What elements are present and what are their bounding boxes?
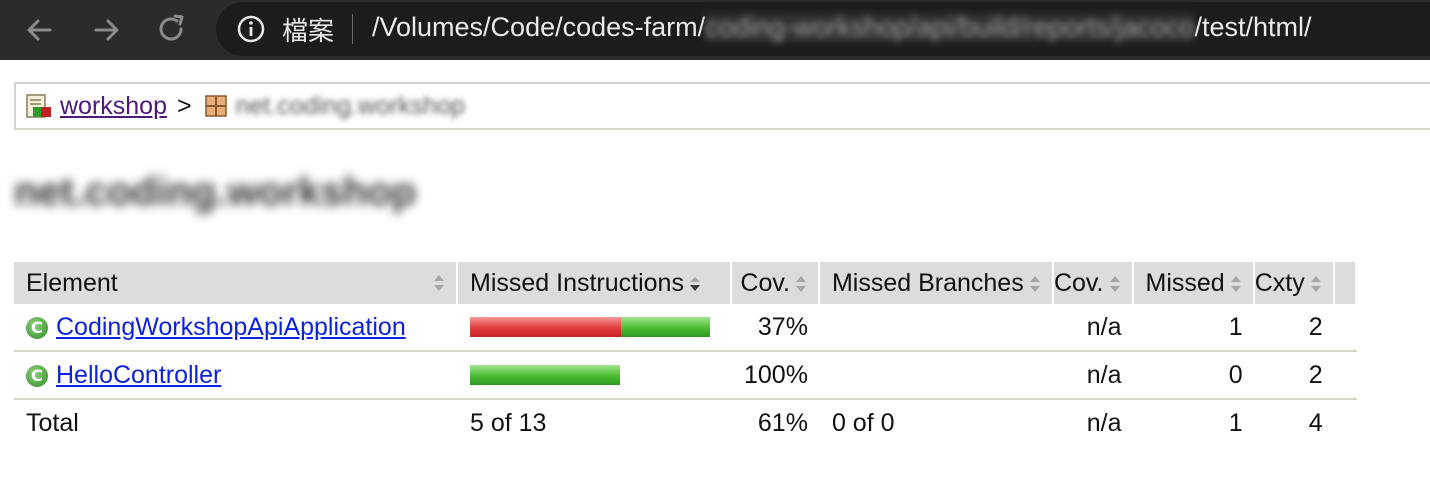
row-element-cell: HelloController: [14, 351, 458, 400]
header-missed-cxty-label: Missed: [1145, 268, 1225, 297]
package-icon: [204, 95, 227, 117]
url-prefix: /Volumes/Code/codes-farm/: [372, 12, 706, 42]
info-circle-icon[interactable]: [236, 14, 266, 44]
url-text[interactable]: /Volumes/Code/codes-farm/ coding-worksho…: [372, 12, 1311, 43]
report-icon: [26, 94, 51, 118]
row-branch-cov-cell: n/a: [1052, 351, 1134, 400]
row-cov-cell: 100%: [731, 351, 820, 400]
coverage-table: Element Missed Instructions Cov. Missed …: [14, 262, 1357, 446]
row-instructions-bar-cell: [457, 351, 732, 400]
url-redacted: coding-workshop/api/build/reports/jacoco: [705, 12, 1195, 43]
header-cxty[interactable]: Cxty: [1253, 262, 1335, 304]
sort-icon: [1109, 275, 1120, 292]
class-icon: [26, 316, 48, 339]
row-cxty-cell: 2: [1253, 304, 1335, 352]
total-truncated-cell: [1332, 399, 1357, 446]
row-element-cell: CodingWorkshopApiApplication: [14, 304, 458, 352]
header-truncated: [1333, 262, 1357, 304]
coverage-bar-covered: [470, 365, 620, 385]
row-branch-cov-cell: n/a: [1052, 304, 1134, 352]
header-missed-instructions-label: Missed Instructions: [470, 268, 684, 297]
page-title: net.coding.workshop: [14, 170, 417, 214]
browser-toolbar: 檔案 /Volumes/Code/codes-farm/ coding-work…: [0, 0, 1430, 60]
header-cov-instructions-label: Cov.: [740, 268, 790, 297]
table-row: CodingWorkshopApiApplication 37% n/a 1 2: [14, 304, 1357, 352]
total-missed-cell: 1: [1131, 399, 1255, 446]
reload-button[interactable]: [150, 8, 194, 52]
total-missed-instructions-cell: 5 of 13: [457, 399, 732, 446]
class-icon: [26, 364, 48, 387]
breadcrumb-package-label: net.coding.workshop: [235, 91, 465, 120]
header-cxty-label: Cxty: [1254, 268, 1305, 297]
table-total-row: Total 5 of 13 61% 0 of 0 n/a 1 4: [14, 399, 1357, 446]
total-label-cell: Total: [14, 399, 458, 446]
breadcrumb-separator: >: [177, 91, 192, 120]
row-truncated-cell: [1332, 304, 1357, 352]
address-separator: [352, 14, 353, 44]
header-missed-branches[interactable]: Missed Branches: [818, 262, 1054, 304]
arrow-left-icon: [27, 19, 52, 41]
forward-button[interactable]: [84, 8, 128, 52]
header-cov-branches-label: Cov.: [1053, 268, 1104, 297]
scheme-label: 檔案: [282, 17, 335, 47]
row-element-link[interactable]: HelloController: [56, 361, 221, 389]
header-missed-branches-label: Missed Branches: [831, 268, 1024, 297]
row-missed-cell: 0: [1131, 351, 1255, 400]
row-element-link[interactable]: CodingWorkshopApiApplication: [56, 313, 406, 341]
row-truncated-cell: [1332, 351, 1357, 400]
row-branches-cell: [817, 304, 1054, 352]
total-branch-cov-cell: n/a: [1052, 399, 1134, 446]
sort-icon: [1310, 275, 1321, 292]
header-element[interactable]: Element: [14, 262, 458, 304]
header-element-label: Element: [26, 268, 118, 297]
sort-icon: [795, 275, 806, 292]
sort-icon: [1230, 275, 1241, 292]
table-header-row: Element Missed Instructions Cov. Missed …: [14, 262, 1357, 304]
total-cov-cell: 61%: [731, 399, 820, 446]
table-row: HelloController 100% n/a 0 2: [14, 351, 1357, 400]
sort-icon: [1029, 275, 1040, 292]
header-missed-cxty[interactable]: Missed: [1132, 262, 1255, 304]
arrow-right-icon: [94, 19, 119, 41]
total-cxty-cell: 4: [1253, 399, 1335, 446]
coverage-bar-covered: [621, 317, 710, 337]
header-cov-instructions[interactable]: Cov.: [731, 262, 820, 304]
url-suffix: /test/html/: [1194, 12, 1312, 42]
total-missed-branches-cell: 0 of 0: [817, 399, 1054, 446]
back-button[interactable]: [18, 8, 62, 52]
header-cov-branches[interactable]: Cov.: [1052, 262, 1134, 304]
breadcrumb-root-link[interactable]: workshop: [60, 92, 167, 121]
row-branches-cell: [817, 351, 1054, 400]
row-cov-cell: 37%: [731, 304, 820, 352]
row-missed-cell: 1: [1131, 304, 1255, 352]
coverage-bar: [470, 317, 720, 337]
coverage-bar-missed: [470, 317, 621, 337]
reload-icon: [159, 14, 184, 41]
sort-descending-icon: [689, 276, 700, 291]
sort-icon: [434, 275, 444, 291]
row-instructions-bar-cell: [457, 304, 732, 352]
coverage-bar: [470, 365, 720, 385]
row-cxty-cell: 2: [1253, 351, 1335, 400]
breadcrumb: workshop > net.coding.workshop: [14, 82, 1430, 130]
header-missed-instructions[interactable]: Missed Instructions: [457, 262, 732, 304]
